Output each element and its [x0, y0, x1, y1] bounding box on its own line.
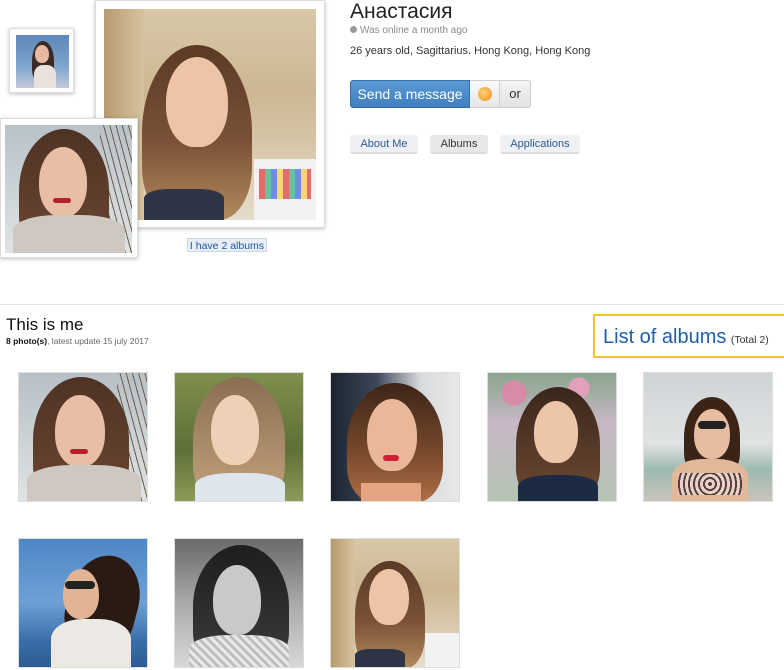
- albums-link[interactable]: I have 2 albums: [187, 238, 267, 252]
- online-status-text: Was online a month ago: [360, 25, 468, 36]
- tab-about-me[interactable]: About Me: [350, 135, 418, 154]
- photo-thumb-4[interactable]: [487, 372, 617, 502]
- profile-name: Анастасия: [350, 0, 453, 23]
- or-button[interactable]: or: [500, 80, 531, 108]
- latest-update: , latest update 15 july 2017: [47, 336, 149, 346]
- gift-icon: [478, 87, 492, 101]
- photo-thumb-7[interactable]: [174, 538, 304, 668]
- profile-photo-2: [5, 125, 132, 253]
- profile-info: 26 years old, Sagittarius. Hong Kong, Ho…: [350, 45, 591, 57]
- photo-thumb-5[interactable]: [643, 372, 773, 502]
- profile-photo-frame-2[interactable]: [0, 118, 138, 258]
- online-status: Was online a month ago: [350, 25, 467, 36]
- photo-thumb-1[interactable]: [18, 372, 148, 502]
- photo-thumb-2[interactable]: [174, 372, 304, 502]
- list-of-albums-button[interactable]: List of albums (Total 2): [593, 314, 784, 358]
- album-meta: 8 photo(s), latest update 15 july 2017: [6, 336, 149, 346]
- tab-albums[interactable]: Albums: [430, 135, 488, 154]
- send-message-button[interactable]: Send a message: [350, 80, 470, 108]
- avatar-small-photo: [16, 35, 69, 88]
- photo-thumb-3[interactable]: [330, 372, 460, 502]
- photo-thumb-8[interactable]: [330, 538, 460, 668]
- album-title: This is me: [6, 315, 84, 334]
- photo-thumb-6[interactable]: [18, 538, 148, 668]
- status-dot-icon: [350, 26, 357, 33]
- gift-button[interactable]: [470, 80, 500, 108]
- section-divider: [0, 304, 784, 305]
- photo-count: 8 photo(s): [6, 336, 48, 346]
- albums-total: (Total 2): [730, 334, 769, 346]
- list-of-albums-label: List of albums: [603, 326, 727, 348]
- tab-applications[interactable]: Applications: [500, 135, 580, 154]
- avatar-small-frame[interactable]: [9, 28, 74, 93]
